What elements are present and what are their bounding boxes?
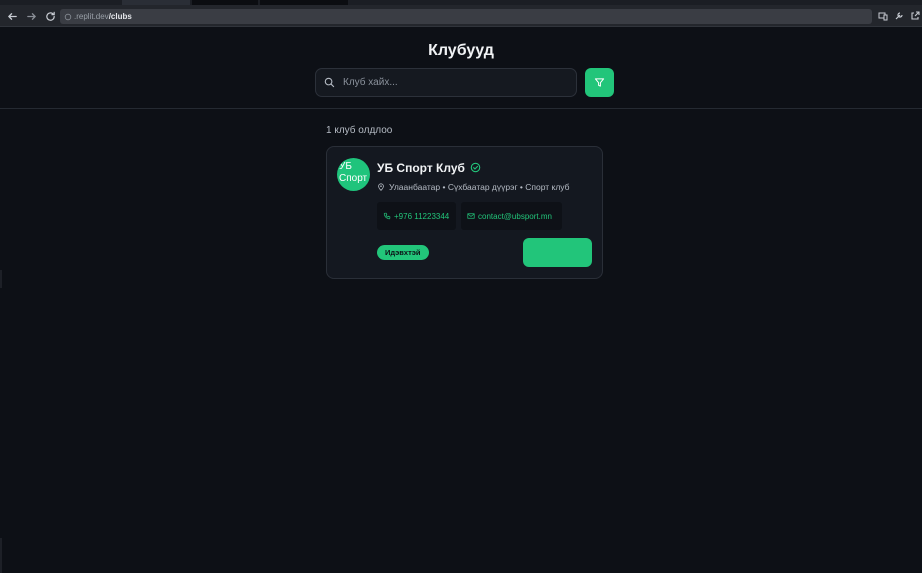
check-circle-icon [470, 162, 481, 173]
phone-text: +976 11223344 [394, 211, 450, 221]
devices-icon [878, 12, 888, 21]
phone-icon [383, 212, 391, 220]
arrow-left-icon [7, 12, 17, 20]
link-icon [64, 13, 72, 20]
url-path: /clubs [108, 12, 132, 21]
map-pin-icon [378, 183, 384, 191]
email-text: contact@ubsport.mn [478, 211, 552, 221]
tools-button[interactable] [892, 8, 906, 24]
club-name[interactable]: УБ Спорт Клуб [377, 161, 465, 175]
address-bar[interactable]: .replit.dev/clubs [60, 9, 872, 24]
result-count: 1 клуб олдлоо [326, 125, 393, 136]
header-divider [0, 108, 922, 109]
browser-toolbar: .replit.dev/clubs [0, 5, 922, 27]
url-host: .replit.dev [74, 12, 109, 21]
search-input[interactable] [343, 77, 563, 88]
email-chip[interactable]: contact@ubsport.mn [461, 202, 562, 230]
devices-button[interactable] [876, 8, 890, 24]
toolbar-actions [876, 8, 922, 24]
open-external-button[interactable] [908, 8, 922, 24]
status-badge: Идэвхтэй [377, 245, 429, 260]
edge-artifact [0, 538, 2, 573]
phone-chip[interactable]: +976 11223344 [377, 202, 456, 230]
filter-icon [594, 78, 605, 87]
page-title: Клубууд [428, 42, 494, 59]
search-icon [324, 77, 335, 88]
filter-button[interactable] [585, 68, 614, 97]
reload-icon [45, 11, 55, 21]
forward-button[interactable] [21, 6, 41, 26]
edge-artifact [0, 270, 2, 288]
reload-button[interactable] [40, 6, 60, 26]
arrow-right-icon [26, 12, 36, 20]
external-link-icon [911, 11, 920, 20]
back-button[interactable] [2, 6, 22, 26]
club-card[interactable]: УБ Спорт УБ Спорт Клуб Улаанбаатар • Сүх… [326, 146, 603, 279]
mail-icon [467, 213, 475, 219]
avatar: УБ Спорт [337, 158, 370, 191]
club-action-button[interactable] [523, 238, 592, 267]
club-meta: Улаанбаатар • Сүхбаатар дүүрэг • Спорт к… [377, 182, 570, 192]
club-meta-text: Улаанбаатар • Сүхбаатар дүүрэг • Спорт к… [389, 182, 570, 192]
search-box[interactable] [315, 68, 577, 97]
wrench-icon [895, 12, 903, 20]
